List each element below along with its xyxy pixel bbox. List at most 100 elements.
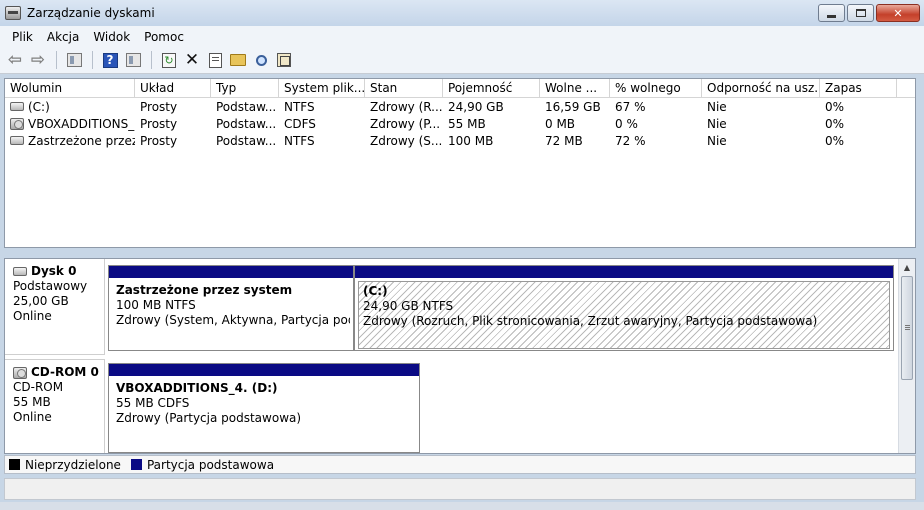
partition-size: 100 MB NTFS [116, 298, 196, 312]
cell-typ: Podstaw... [216, 133, 277, 148]
cell-pojemnosc: 55 MB [448, 116, 486, 131]
cell-zapas: 0% [825, 116, 845, 131]
disk-0-name-line: Dysk 0 [13, 264, 104, 279]
cell-system-plikow: CDFS [284, 116, 316, 131]
cell-wolumin: (C:) [5, 100, 135, 114]
partition-name: Zastrzeżone przez system [116, 283, 293, 297]
cell-procent-wolnego: 0 % [615, 116, 638, 131]
disk-0-label[interactable]: Dysk 0 Podstawowy 25,00 GB Online [5, 259, 105, 355]
column-header-wolumin[interactable]: Wolumin [5, 79, 135, 97]
table-row[interactable]: (C:) Prosty Podstaw... NTFS Zdrowy (R...… [5, 98, 915, 115]
partition-name: (C:) [363, 284, 388, 298]
properties-icon [208, 52, 222, 68]
table-row[interactable]: Zastrzeżone przez ... Prosty Podstaw... … [5, 132, 915, 149]
disk-0-name: Dysk 0 [31, 264, 77, 278]
column-header-procent-wolnego[interactable]: % wolnego [610, 79, 702, 97]
column-header-uklad[interactable]: Układ [135, 79, 211, 97]
forward-button[interactable]: ⇨ [27, 49, 49, 71]
properties-button[interactable] [204, 49, 226, 71]
cell-wolne: 0 MB [545, 116, 576, 131]
volume-name: Zastrzeżone przez ... [28, 133, 135, 148]
vertical-scrollbar[interactable]: ▲ [898, 259, 915, 453]
column-header-zapas[interactable]: Zapas [820, 79, 897, 97]
cdrom-0-type: CD-ROM [13, 380, 64, 394]
settings-button[interactable] [273, 49, 295, 71]
console-tree-icon [66, 53, 82, 67]
partition-vboxadditions[interactable]: VBOXADDITIONS_4. (D:) 55 MB CDFS Zdrowy … [108, 363, 420, 453]
toolbar-separator [56, 51, 57, 69]
partition-system-reserved[interactable]: Zastrzeżone przez system 100 MB NTFS Zdr… [108, 265, 354, 351]
maximize-button[interactable] [847, 4, 874, 22]
refresh-button[interactable]: ↻ [158, 49, 180, 71]
partition-status: Zdrowy (Rozruch, Plik stronicowania, Zrz… [363, 314, 818, 328]
cell-wolne: 16,59 GB [545, 99, 601, 114]
menu-widok[interactable]: Widok [86, 28, 137, 46]
cell-wolumin: VBOXADDITIONS_... [5, 117, 135, 131]
cell-system-plikow: NTFS [284, 133, 315, 148]
disk-graphical-view: Dysk 0 Podstawowy 25,00 GB Online Zastrz… [4, 258, 916, 454]
disk-0-type: Podstawowy [13, 279, 88, 293]
partition-details: VBOXADDITIONS_4. (D:) 55 MB CDFS Zdrowy … [112, 379, 416, 428]
cell-pojemnosc: 24,90 GB [448, 99, 504, 114]
cdrom-0-label[interactable]: CD-ROM 0 CD-ROM 55 MB Online [5, 359, 105, 453]
cell-odpornosc: Nie [707, 133, 727, 148]
partition-bar [109, 364, 419, 376]
primary-partition-swatch [130, 459, 142, 470]
delete-icon: ✕ [184, 50, 200, 70]
scroll-up-icon[interactable]: ▲ [899, 259, 915, 276]
open-button[interactable] [227, 49, 249, 71]
volume-list: Wolumin Układ Typ System plik... Stan Po… [4, 78, 916, 248]
settings-icon [277, 53, 291, 67]
window-controls: ✕ [816, 4, 920, 22]
drive-icon [10, 102, 24, 111]
cdrom-0-status: Online [13, 410, 52, 424]
cell-uklad: Prosty [140, 133, 178, 148]
table-row[interactable]: VBOXADDITIONS_... Prosty Podstaw... CDFS… [5, 115, 915, 132]
menu-bar: Plik Akcja Widok Pomoc [0, 26, 924, 47]
column-header-odpornosc[interactable]: Odporność na usz... [702, 79, 820, 97]
delete-button[interactable]: ✕ [181, 49, 203, 71]
cell-odpornosc: Nie [707, 116, 727, 131]
show-hide-action-pane-button[interactable] [122, 49, 144, 71]
back-button[interactable]: ⇦ [4, 49, 26, 71]
partition-size: 55 MB CDFS [116, 396, 190, 410]
scrollbar-thumb[interactable] [901, 276, 913, 380]
partition-name: VBOXADDITIONS_4. (D:) [116, 381, 278, 395]
volume-name: VBOXADDITIONS_... [28, 116, 135, 131]
drive-icon [10, 136, 24, 145]
volume-name: (C:) [28, 99, 50, 114]
close-button[interactable]: ✕ [876, 4, 920, 22]
show-hide-tree-button[interactable] [63, 49, 85, 71]
column-header-pojemnosc[interactable]: Pojemność [443, 79, 540, 97]
cell-procent-wolnego: 67 % [615, 99, 646, 114]
legend-item-primary-partition: Partycja podstawowa [130, 458, 274, 472]
cell-wolne: 72 MB [545, 133, 583, 148]
cell-typ: Podstaw... [216, 116, 277, 131]
column-header-system-plikow[interactable]: System plik... [279, 79, 365, 97]
cd-drive-icon [13, 366, 27, 379]
cell-stan: Zdrowy (P... [370, 116, 441, 131]
partition-c[interactable]: (C:) 24,90 GB NTFS Zdrowy (Rozruch, Plik… [354, 265, 894, 351]
menu-pomoc[interactable]: Pomoc [137, 28, 191, 46]
menu-plik[interactable]: Plik [5, 28, 40, 46]
column-header-stan[interactable]: Stan [365, 79, 443, 97]
column-header-typ[interactable]: Typ [211, 79, 279, 97]
toolbar: ⇦ ⇨ ? ↻ ✕ [0, 47, 924, 74]
column-header-wolne[interactable]: Wolne ... [540, 79, 610, 97]
toolbar-separator [92, 51, 93, 69]
legend-bar: Nieprzydzielone Partycja podstawowa [4, 455, 916, 474]
partition-status: Zdrowy (System, Aktywna, Partycja podsta… [116, 313, 350, 327]
disk-0-status: Online [13, 309, 52, 323]
close-icon: ✕ [893, 6, 903, 20]
cdrom-0-row: CD-ROM 0 CD-ROM 55 MB Online [5, 359, 105, 453]
help-button[interactable]: ? [99, 49, 121, 71]
partition-bar [355, 266, 893, 278]
explore-button[interactable] [250, 49, 272, 71]
cell-zapas: 0% [825, 99, 845, 114]
folder-icon [230, 54, 246, 66]
menu-akcja[interactable]: Akcja [40, 28, 86, 46]
cell-procent-wolnego: 72 % [615, 133, 646, 148]
title-bar: Zarządzanie dyskami ✕ [0, 0, 924, 26]
cell-wolumin: Zastrzeżone przez ... [5, 134, 135, 148]
minimize-button[interactable] [818, 4, 845, 22]
